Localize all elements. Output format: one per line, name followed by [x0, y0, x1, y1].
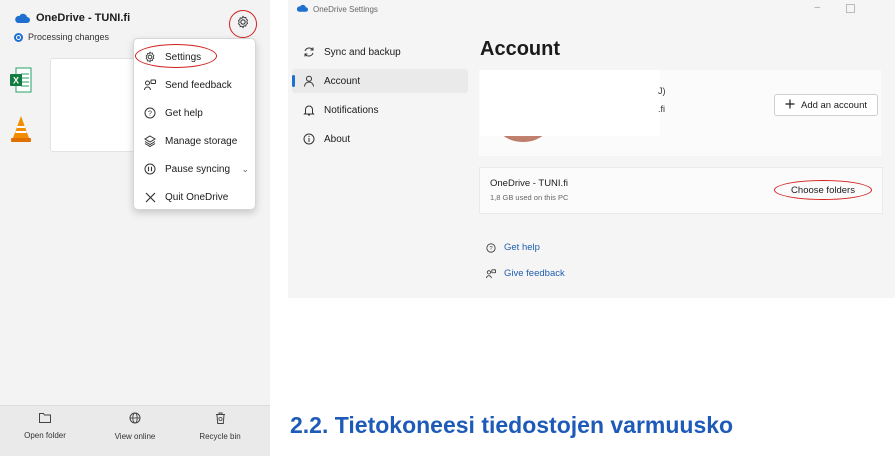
feedback-icon	[143, 78, 157, 92]
open-folder-button[interactable]: Open folder	[5, 412, 85, 440]
minimize-button[interactable]: –	[814, 2, 820, 13]
menu-item-label: Get help	[165, 107, 203, 119]
open-folder-label: Open folder	[24, 431, 66, 440]
flyout-bottom-bar: Open folder View online Recycle bin	[0, 405, 270, 456]
menu-item-manage-storage[interactable]: Manage storage	[134, 129, 255, 153]
recycle-bin-label: Recycle bin	[199, 432, 241, 441]
person-icon	[302, 75, 316, 87]
recycle-bin-button[interactable]: Recycle bin	[180, 412, 260, 441]
file-preview-card[interactable]	[50, 58, 140, 152]
onedrive-usage: 1,8 GB used on this PC	[490, 193, 569, 202]
sync-status: Processing changes	[14, 32, 109, 42]
sync-status-icon	[14, 32, 23, 42]
nav-item-about[interactable]: About	[292, 127, 468, 151]
menu-item-label: Settings	[165, 51, 202, 63]
gear-icon	[236, 15, 250, 34]
menu-item-label: Pause syncing	[165, 163, 231, 175]
nav-label: Sync and backup	[324, 46, 401, 58]
add-account-button[interactable]: Add an account	[774, 94, 878, 116]
flyout-header: OneDrive - TUNI.fi	[14, 12, 130, 24]
account-email-fragment: .fi	[658, 104, 666, 114]
menu-item-settings[interactable]: Settings	[134, 45, 255, 69]
cloud-icon	[14, 13, 30, 23]
cloud-icon	[296, 4, 308, 14]
help-icon: ?	[143, 106, 157, 120]
folder-icon	[39, 412, 51, 425]
flyout-title: OneDrive - TUNI.fi	[36, 12, 131, 24]
nav-item-account[interactable]: Account	[292, 69, 468, 93]
get-help-label: Get help	[504, 242, 540, 253]
menu-item-label: Send feedback	[165, 79, 232, 91]
recycle-bin-icon	[215, 412, 226, 426]
menu-item-send-feedback[interactable]: Send feedback	[134, 73, 255, 97]
feedback-icon	[486, 268, 496, 279]
window-title: OneDrive Settings	[313, 4, 378, 14]
bell-icon	[302, 104, 316, 116]
redacted-account-info	[480, 70, 660, 136]
svg-text:X: X	[13, 76, 19, 86]
onedrive-flyout: OneDrive - TUNI.fi Processing changes X …	[0, 0, 270, 456]
globe-icon	[129, 412, 141, 426]
window-title-bar: OneDrive Settings	[296, 4, 378, 14]
nav-label: Notifications	[324, 104, 379, 116]
nav-label: Account	[324, 75, 361, 87]
menu-item-label: Manage storage	[165, 135, 238, 147]
get-help-link[interactable]: ? Get help	[486, 242, 540, 253]
onedrive-settings-window: OneDrive Settings – Sync and backup Acco…	[288, 0, 895, 298]
give-feedback-label: Give feedback	[504, 268, 565, 279]
help-icon: ?	[486, 242, 496, 253]
choose-folders-button[interactable]: Choose folders	[774, 180, 872, 200]
settings-menu: Settings Send feedback ? Get help Manage…	[133, 38, 256, 210]
info-icon	[302, 133, 316, 145]
nav-label: About	[324, 133, 351, 145]
vlc-file-icon[interactable]	[10, 114, 32, 142]
give-feedback-link[interactable]: Give feedback	[486, 268, 565, 279]
storage-icon	[143, 134, 157, 148]
add-account-label: Add an account	[800, 99, 868, 111]
close-icon	[143, 190, 157, 204]
nav-item-sync-and-backup[interactable]: Sync and backup	[292, 40, 468, 64]
excel-file-icon[interactable]: X	[10, 66, 32, 94]
view-online-label: View online	[114, 432, 156, 441]
svg-text:?: ?	[148, 111, 152, 118]
onedrive-location-name: OneDrive - TUNI.fi	[490, 178, 568, 189]
maximize-button[interactable]	[846, 4, 855, 13]
chevron-down-icon: ⌄	[241, 163, 249, 174]
svg-text:?: ?	[489, 246, 493, 252]
sync-status-text: Processing changes	[28, 32, 110, 42]
settings-gear-button[interactable]	[229, 10, 257, 38]
plus-icon	[785, 99, 795, 112]
pause-icon	[143, 162, 157, 176]
nav-item-notifications[interactable]: Notifications	[292, 98, 468, 122]
account-name-fragment: J)	[658, 86, 666, 96]
document-section-heading: 2.2. Tietokoneesi tiedostojen varmuusko	[290, 412, 734, 438]
menu-item-get-help[interactable]: ? Get help	[134, 101, 255, 125]
view-online-button[interactable]: View online	[95, 412, 175, 441]
page-title: Account	[480, 38, 560, 60]
menu-item-quit-onedrive[interactable]: Quit OneDrive	[134, 185, 255, 209]
menu-item-pause-syncing[interactable]: Pause syncing ⌄	[134, 157, 255, 181]
sync-icon	[302, 46, 316, 58]
menu-item-label: Quit OneDrive	[165, 191, 229, 203]
gear-icon	[143, 50, 157, 64]
